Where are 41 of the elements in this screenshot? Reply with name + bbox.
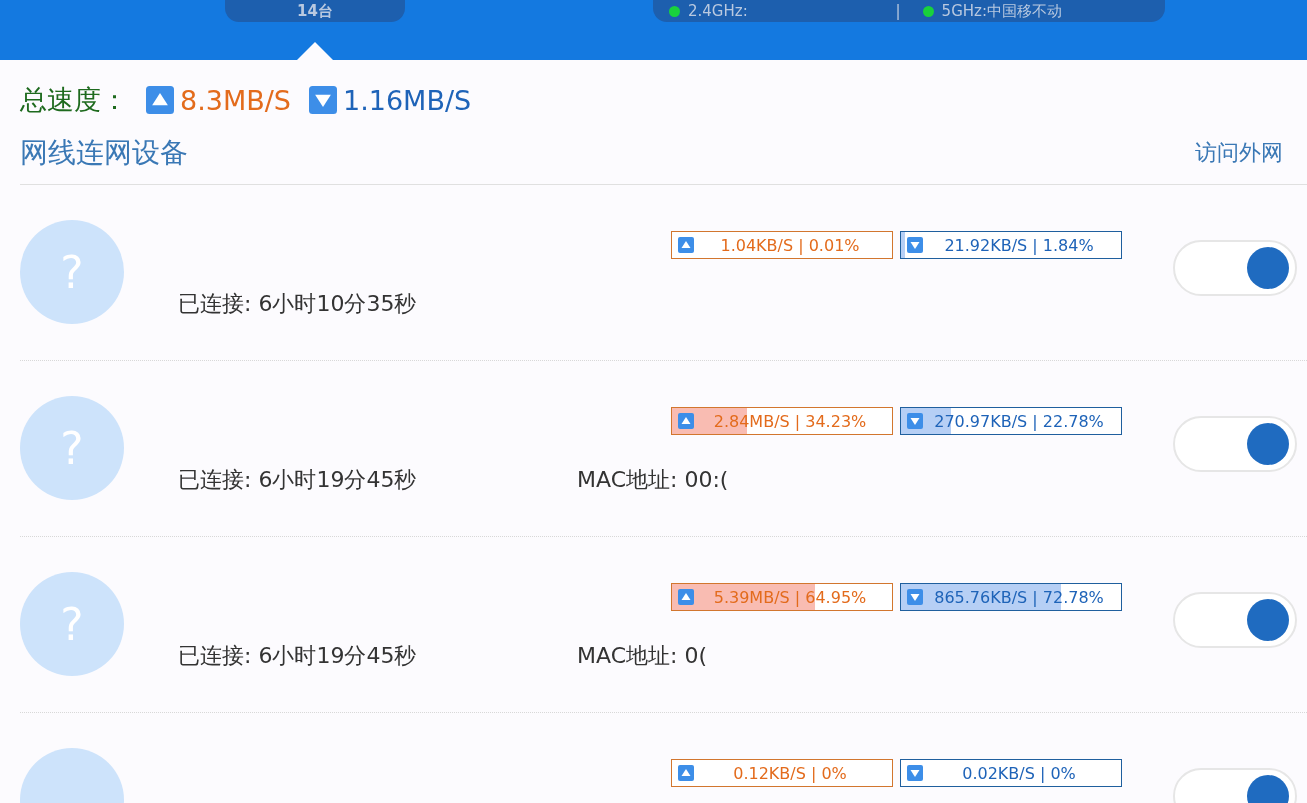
upload-icon xyxy=(678,413,694,429)
section-title: 网线连网设备 xyxy=(20,135,188,171)
download-icon xyxy=(907,413,923,429)
download-rate: 0.02KB/S | 0% xyxy=(961,763,1077,783)
upload-icon xyxy=(146,86,174,114)
access-toggle[interactable] xyxy=(1173,240,1297,296)
access-toggle[interactable] xyxy=(1173,416,1297,472)
device-avatar: ? xyxy=(20,220,124,324)
upload-rate: 1.04KB/S | 0.01% xyxy=(719,235,861,255)
download-speed: 1.16MB/S xyxy=(343,84,472,116)
pointer-notch xyxy=(297,42,333,60)
upload-rate: 5.39MB/S | 64.95% xyxy=(712,587,868,607)
download-icon xyxy=(907,237,923,253)
download-rate: 21.92KB/S | 1.84% xyxy=(943,235,1095,255)
download-icon xyxy=(907,765,923,781)
status-dot-icon xyxy=(669,5,680,17)
download-icon xyxy=(309,86,337,114)
connected-time: 已连接: 6小时19分45秒 xyxy=(178,642,418,670)
wifi-label: 2.4GHz: xyxy=(688,2,748,20)
device-avatar: ? xyxy=(20,396,124,500)
status-dot-icon xyxy=(922,5,934,17)
upload-speed: 8.3MB/S xyxy=(180,84,291,116)
wifi-label: 5GHz:中国移不动 xyxy=(941,1,1062,21)
download-icon xyxy=(907,589,923,605)
connected-time: 已连接: 6小时10分35秒 xyxy=(178,290,418,318)
upload-icon xyxy=(678,589,694,605)
connected-time: 已连接: 6小时19分45秒 xyxy=(178,466,418,494)
access-toggle[interactable] xyxy=(1173,592,1297,648)
mac-address: MAC地址: 00:( xyxy=(577,466,729,494)
internet-access-link[interactable]: 访问外网 xyxy=(1195,138,1283,168)
download-rate: 865.76KB/S | 72.78% xyxy=(933,587,1105,607)
upload-rate: 0.12KB/S | 0% xyxy=(732,763,848,783)
upload-icon xyxy=(678,765,694,781)
mac-address: MAC地址: 0( xyxy=(577,642,707,670)
total-speed-label: 总速度： xyxy=(20,83,128,117)
upload-rate: 2.84MB/S | 34.23% xyxy=(712,411,868,431)
device-count-tab[interactable]: 14台 xyxy=(225,0,405,22)
download-rate: 270.97KB/S | 22.78% xyxy=(933,411,1105,431)
separator: | xyxy=(895,2,902,20)
device-avatar: ? xyxy=(20,572,124,676)
upload-icon xyxy=(678,237,694,253)
